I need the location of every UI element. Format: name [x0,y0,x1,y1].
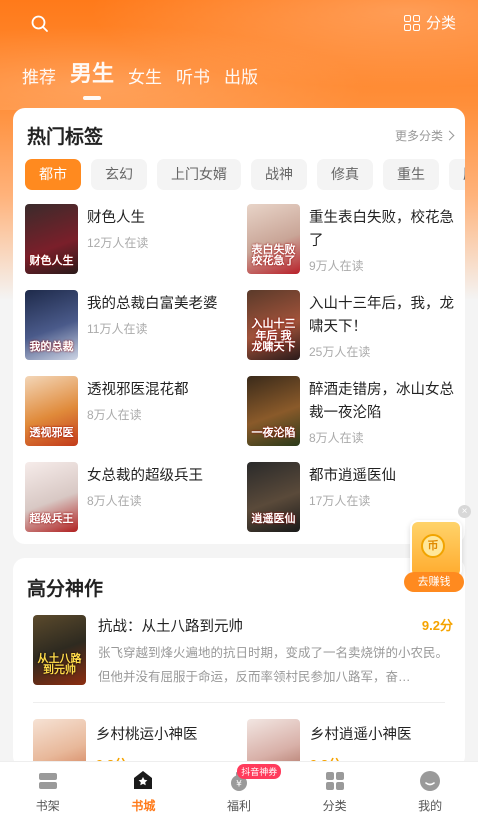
book-item[interactable]: 超级兵王 女总裁的超级兵王 8万人在读 [25,462,247,532]
top-bar: 分类 [0,10,478,38]
book-readers: 8万人在读 [87,408,142,423]
nav-label: 我的 [418,799,443,813]
nav-label: 分类 [322,799,347,813]
book-item[interactable]: 一夜沦陷 醉酒走错房，冰山女总裁一夜沦陷 8万人在读 [247,376,457,446]
tag-chip[interactable]: 战神 [251,159,307,190]
coupon-badge: 抖音神券 [237,764,282,779]
book-readers: 12万人在读 [87,236,149,251]
book-cover: 逍遥医仙 [247,462,300,532]
category-button[interactable]: 分类 [403,12,456,33]
nav-bookstore[interactable]: 书城 [96,762,192,821]
bookshelf-icon [38,773,57,789]
book-title: 我的总裁白富美老婆 [87,296,218,312]
bottom-nav: 书架 书城 抖音神券 ¥ 福利 分类 我的 [0,761,478,821]
book-item[interactable]: 财色人生 财色人生 12万人在读 [25,204,247,274]
bookstore-icon [134,771,153,789]
nav-category[interactable]: 分类 [287,762,383,821]
grid-icon [403,14,420,31]
profile-icon [420,771,441,791]
tag-chip[interactable]: 上门女婿 [157,159,241,190]
book-readers: 8万人在读 [87,494,142,509]
book-readers: 11万人在读 [87,322,148,337]
book-readers: 17万人在读 [309,494,371,509]
book-cover: 表白失败 校花急了 [247,204,300,274]
nav-profile[interactable]: 我的 [382,762,478,821]
nav-label: 福利 [226,799,251,813]
channel-tabs: 推荐 男生 女生 听书 出版 [22,56,258,88]
book-cover: 超级兵王 [25,462,78,532]
book-cover: 从土八路 到元帅 [33,615,86,685]
coin-icon: 币 [421,534,445,558]
book-title: 乡村逍遥小神医 [310,727,412,743]
book-score: 9.2分 [421,618,453,633]
book-item[interactable]: 透视邪医 透视邪医混花都 8万人在读 [25,376,247,446]
tag-chip[interactable]: 历 [449,159,465,190]
category-button-label: 分类 [425,15,456,32]
book-cover: 财色人生 [25,204,78,274]
tab-publish[interactable]: 出版 [224,63,258,88]
high-score-title: 高分神作 [27,579,104,600]
tab-male[interactable]: 男生 [70,56,114,88]
book-readers: 9万人在读 [309,259,364,274]
category-grid-icon [325,772,344,790]
book-title: 乡村桃运小神医 [96,727,198,743]
book-item[interactable]: 表白失败 校花急了 重生表白失败，校花急了 9万人在读 [247,204,457,274]
book-grid: 财色人生 财色人生 12万人在读 表白失败 校花急了 重生表白失败，校花急了 9万人… [25,204,457,532]
nav-welfare[interactable]: 抖音神券 ¥ 福利 [191,762,287,821]
tag-chip[interactable]: 修真 [317,159,373,190]
book-title: 重生表白失败，校花急了 [309,210,454,250]
featured-book[interactable]: 从土八路 到元帅 抗战：从土八路到元帅 9.2分 张飞穿越到烽火遍地的抗日时期，… [13,601,465,690]
book-description: 张飞穿越到烽火遍地的抗日时期，变成了一名卖烧饼的小农民。但他并没有屈服于命运，反… [98,646,449,684]
earn-money-label: 去赚钱 [404,572,464,592]
hot-tags-title: 热门标签 [27,127,104,148]
nav-bookshelf[interactable]: 书架 [0,762,96,821]
more-categories-link[interactable]: 更多分类 [394,127,455,144]
book-readers: 25万人在读 [309,345,371,360]
book-readers: 8万人在读 [309,431,364,446]
high-score-card: 高分神作 从土八路 到元帅 抗战：从土八路到元帅 9.2分 张飞穿越到烽火遍地的… [13,558,465,768]
more-categories-label: 更多分类 [394,129,443,143]
book-title: 女总裁的超级兵王 [87,468,203,484]
book-cover: 入山十三年后 我龙啸天下 [247,290,300,360]
tab-female[interactable]: 女生 [128,63,162,88]
search-icon[interactable] [30,14,50,34]
book-title: 醉酒走错房，冰山女总裁一夜沦陷 [309,382,454,422]
book-cover: 我的总裁 [25,290,78,360]
book-item[interactable]: 入山十三年后 我龙啸天下 入山十三年后，我，龙啸天下！ 25万人在读 [247,290,457,360]
book-title: 财色人生 [87,210,145,226]
book-title: 都市逍遥医仙 [309,468,396,484]
tag-chip[interactable]: 都市 [25,159,81,190]
tab-recommend[interactable]: 推荐 [22,63,56,88]
close-icon[interactable]: × [458,505,471,518]
book-title: 抗战：从土八路到元帅 [98,619,243,635]
earn-money-widget[interactable]: 币 去赚钱 [404,520,464,592]
book-title: 透视邪医混花都 [87,382,189,398]
hot-tags-card: 热门标签 更多分类 都市 玄幻 上门女婿 战神 修真 重生 历 财色人生 财色人… [13,108,465,544]
tag-chip[interactable]: 重生 [383,159,439,190]
tab-audio[interactable]: 听书 [176,63,210,88]
svg-text:¥: ¥ [236,780,242,790]
tag-chip[interactable]: 玄幻 [91,159,147,190]
mini-book-row: 乡村桃运小神医9.2分 乡村逍遥小神医9.2分 [13,703,465,768]
book-cover: 透视邪医 [25,376,78,446]
tag-row: 都市 玄幻 上门女婿 战神 修真 重生 历 [13,149,465,190]
nav-label: 书城 [131,799,156,813]
book-item[interactable]: 我的总裁 我的总裁白富美老婆 11万人在读 [25,290,247,360]
nav-label: 书架 [35,799,60,813]
book-title: 入山十三年后，我，龙啸天下！ [309,296,454,336]
chevron-right-icon [444,130,455,141]
book-cover: 一夜沦陷 [247,376,300,446]
